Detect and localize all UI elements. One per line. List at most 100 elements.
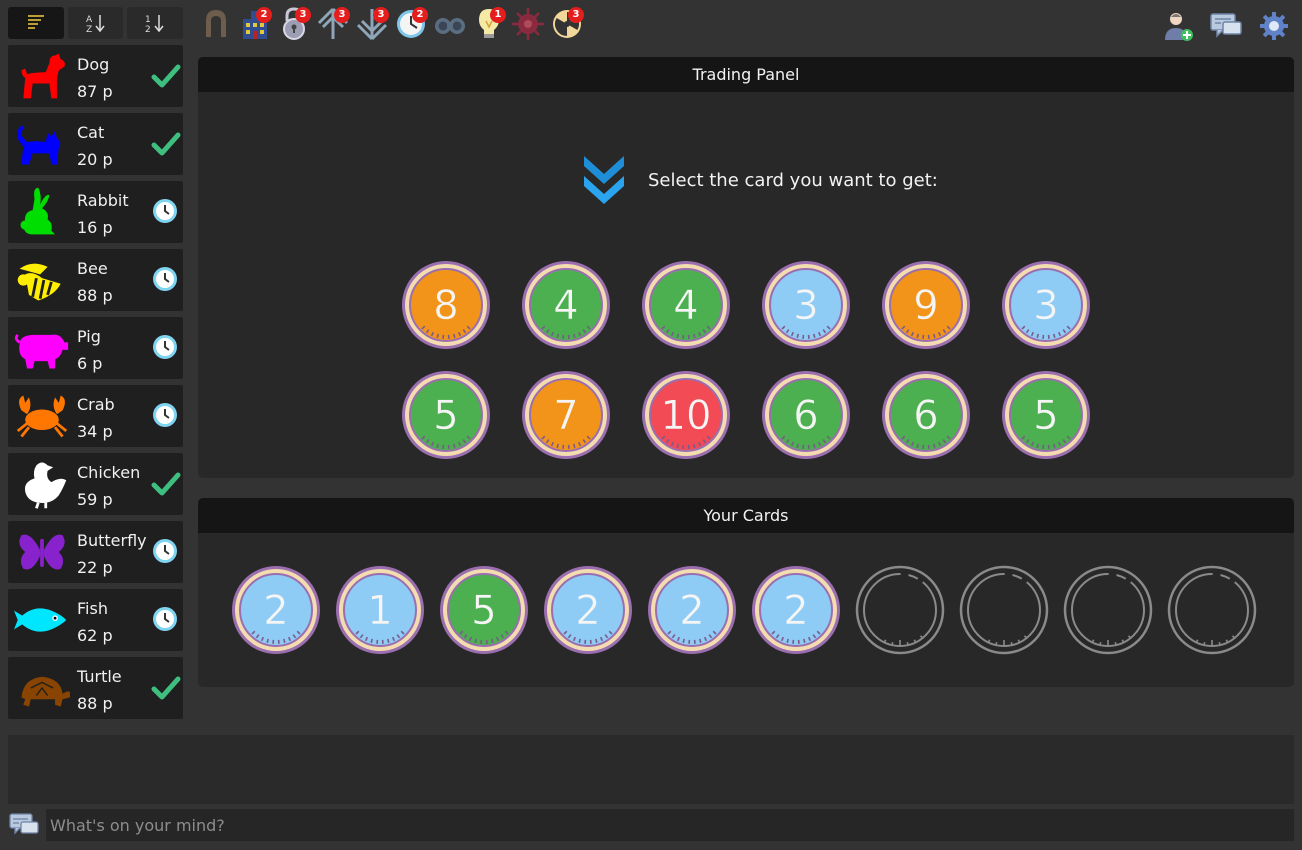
owned-card[interactable]: 2 — [542, 564, 634, 656]
chat-input[interactable] — [46, 809, 1294, 841]
player-name: Turtle — [77, 667, 122, 686]
card-value: 4 — [553, 283, 578, 329]
owned-card[interactable]: 2 — [646, 564, 738, 656]
trade-card[interactable]: 5 — [400, 369, 492, 461]
count-badge: 3 — [568, 7, 584, 23]
your-cards-title: Your Cards — [198, 498, 1294, 533]
player-score: 88 p — [77, 286, 113, 305]
chat-bubbles-icon — [9, 813, 39, 835]
player-name: Chicken — [77, 463, 141, 482]
trade-card[interactable]: 8 — [400, 259, 492, 351]
building-tool-button[interactable]: 2 — [235, 4, 274, 48]
clock-icon — [151, 537, 181, 567]
player-row-turtle[interactable]: Turtle 88 p — [8, 657, 183, 719]
player-score: 20 p — [77, 150, 113, 169]
player-row-rabbit[interactable]: Rabbit 16 p — [8, 181, 183, 243]
lock-tool-button[interactable]: 3 — [274, 4, 313, 48]
chat-icon[interactable] — [8, 809, 40, 841]
player-name: Rabbit — [77, 191, 129, 210]
trade-card[interactable]: 4 — [520, 259, 612, 351]
virus-tool-button[interactable] — [508, 4, 547, 48]
trade-prompt-text: Select the card you want to get: — [648, 169, 938, 191]
add-user-button[interactable] — [1160, 8, 1196, 44]
trade-card[interactable]: 3 — [1000, 259, 1092, 351]
settings-button[interactable] — [1256, 8, 1292, 44]
player-name: Bee — [77, 259, 108, 278]
card-value: 3 — [793, 283, 818, 329]
player-name: Fish — [77, 599, 108, 618]
arrow-up-tool-button[interactable]: 3 — [313, 4, 352, 48]
player-name: Cat — [77, 123, 105, 142]
chat-log — [8, 735, 1294, 804]
pig-icon — [14, 321, 70, 375]
player-name: Dog — [77, 55, 110, 74]
trading-panel: Trading Panel Select the card you want t… — [198, 57, 1294, 478]
player-score: 88 p — [77, 694, 113, 713]
trade-card[interactable]: 9 — [880, 259, 972, 351]
svg-text:2: 2 — [145, 25, 151, 33]
svg-text:A: A — [86, 15, 93, 25]
owned-card[interactable]: 1 — [334, 564, 426, 656]
sort-default-button[interactable] — [8, 7, 64, 39]
card-value: 6 — [913, 393, 938, 439]
lightbulb-tool-button[interactable]: 1 — [469, 4, 508, 48]
player-row-bee[interactable]: Bee 88 p — [8, 249, 183, 311]
add-user-icon — [1165, 13, 1193, 41]
trade-prompt: Select the card you want to get: — [580, 153, 938, 207]
card-value: 5 — [433, 393, 458, 439]
virus-icon — [510, 5, 546, 47]
player-row-pig[interactable]: Pig 6 p — [8, 317, 183, 379]
player-row-cat[interactable]: Cat 20 p — [8, 113, 183, 175]
chicken-icon — [14, 457, 70, 511]
card-value: 2 — [679, 588, 704, 634]
count-badge: 1 — [490, 7, 506, 23]
trade-card[interactable]: 3 — [760, 259, 852, 351]
card-value: 4 — [673, 283, 698, 329]
clock-icon — [151, 197, 181, 227]
trade-card[interactable]: 6 — [880, 369, 972, 461]
action-toolbar: 2 3 3 3 2 1 3 — [196, 4, 586, 48]
player-score: 59 p — [77, 490, 113, 509]
chat-toggle-button[interactable] — [1208, 8, 1244, 44]
empty-card-slot — [854, 564, 946, 656]
chat-bubbles-icon — [1210, 13, 1242, 38]
owned-card[interactable]: 2 — [230, 564, 322, 656]
player-row-dog[interactable]: Dog 87 p — [8, 45, 183, 107]
radiation-tool-button[interactable]: 3 — [547, 4, 586, 48]
player-score: 16 p — [77, 218, 113, 237]
arrow-down-tool-button[interactable]: 3 — [352, 4, 391, 48]
horseshoe-tool-button[interactable] — [196, 4, 235, 48]
horseshoe-icon — [198, 5, 234, 47]
card-value: 1 — [367, 588, 392, 634]
trade-card[interactable]: 4 — [640, 259, 732, 351]
sort-numeric-button[interactable]: 1 2 — [127, 7, 184, 39]
clock-tool-button[interactable]: 2 — [391, 4, 430, 48]
trade-card[interactable]: 6 — [760, 369, 852, 461]
owned-card[interactable]: 2 — [750, 564, 842, 656]
card-value: 9 — [913, 283, 938, 329]
svg-text:1: 1 — [145, 15, 151, 25]
trade-card[interactable]: 10 — [640, 369, 732, 461]
owned-card[interactable]: 5 — [438, 564, 530, 656]
clock-icon — [151, 333, 181, 363]
count-badge: 3 — [295, 7, 311, 23]
your-cards-panel: Your Cards 2 1 5 2 2 2 — [198, 498, 1294, 687]
checkmark-icon — [151, 61, 181, 91]
card-value: 2 — [783, 588, 808, 634]
binoculars-tool-button[interactable] — [430, 4, 469, 48]
player-row-fish[interactable]: Fish 62 p — [8, 589, 183, 651]
player-row-butterfly[interactable]: Butterfly 22 p — [8, 521, 183, 583]
trade-card[interactable]: 7 — [520, 369, 612, 461]
trading-panel-title: Trading Panel — [198, 57, 1294, 92]
card-value: 5 — [1033, 393, 1058, 439]
trade-card[interactable]: 5 — [1000, 369, 1092, 461]
player-score: 34 p — [77, 422, 113, 441]
card-value: 7 — [553, 393, 578, 439]
player-score: 22 p — [77, 558, 113, 577]
checkmark-icon — [151, 129, 181, 159]
sort-alpha-button[interactable]: A Z — [67, 7, 124, 39]
top-right-tools — [1160, 8, 1292, 44]
card-value: 2 — [575, 588, 600, 634]
player-row-crab[interactable]: Crab 34 p — [8, 385, 183, 447]
player-row-chicken[interactable]: Chicken 59 p — [8, 453, 183, 515]
